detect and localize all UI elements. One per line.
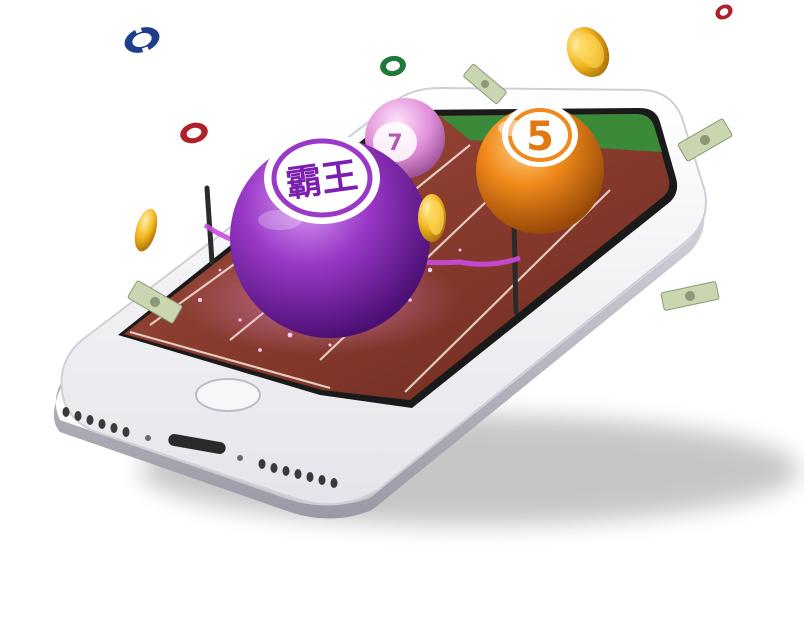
screw-left bbox=[145, 435, 151, 441]
screw-right bbox=[237, 455, 243, 461]
gold-coin-icon bbox=[134, 208, 158, 252]
pink-ball-label: 7 bbox=[387, 131, 402, 156]
poker-chip-icon bbox=[715, 4, 733, 20]
gold-coin-icon bbox=[418, 194, 446, 242]
poker-chip-icon bbox=[180, 122, 208, 144]
dollar-bill-icon bbox=[660, 281, 720, 311]
home-button-icon bbox=[195, 378, 261, 412]
orange-ball-label: 5 bbox=[526, 114, 554, 160]
poker-chip-icon bbox=[380, 55, 406, 77]
phone-lottery-scene: 7 5 霸王 bbox=[53, 4, 800, 525]
gold-coin-icon bbox=[566, 26, 610, 78]
poker-chip-icon bbox=[124, 27, 160, 53]
dollar-bill-icon bbox=[677, 118, 733, 162]
